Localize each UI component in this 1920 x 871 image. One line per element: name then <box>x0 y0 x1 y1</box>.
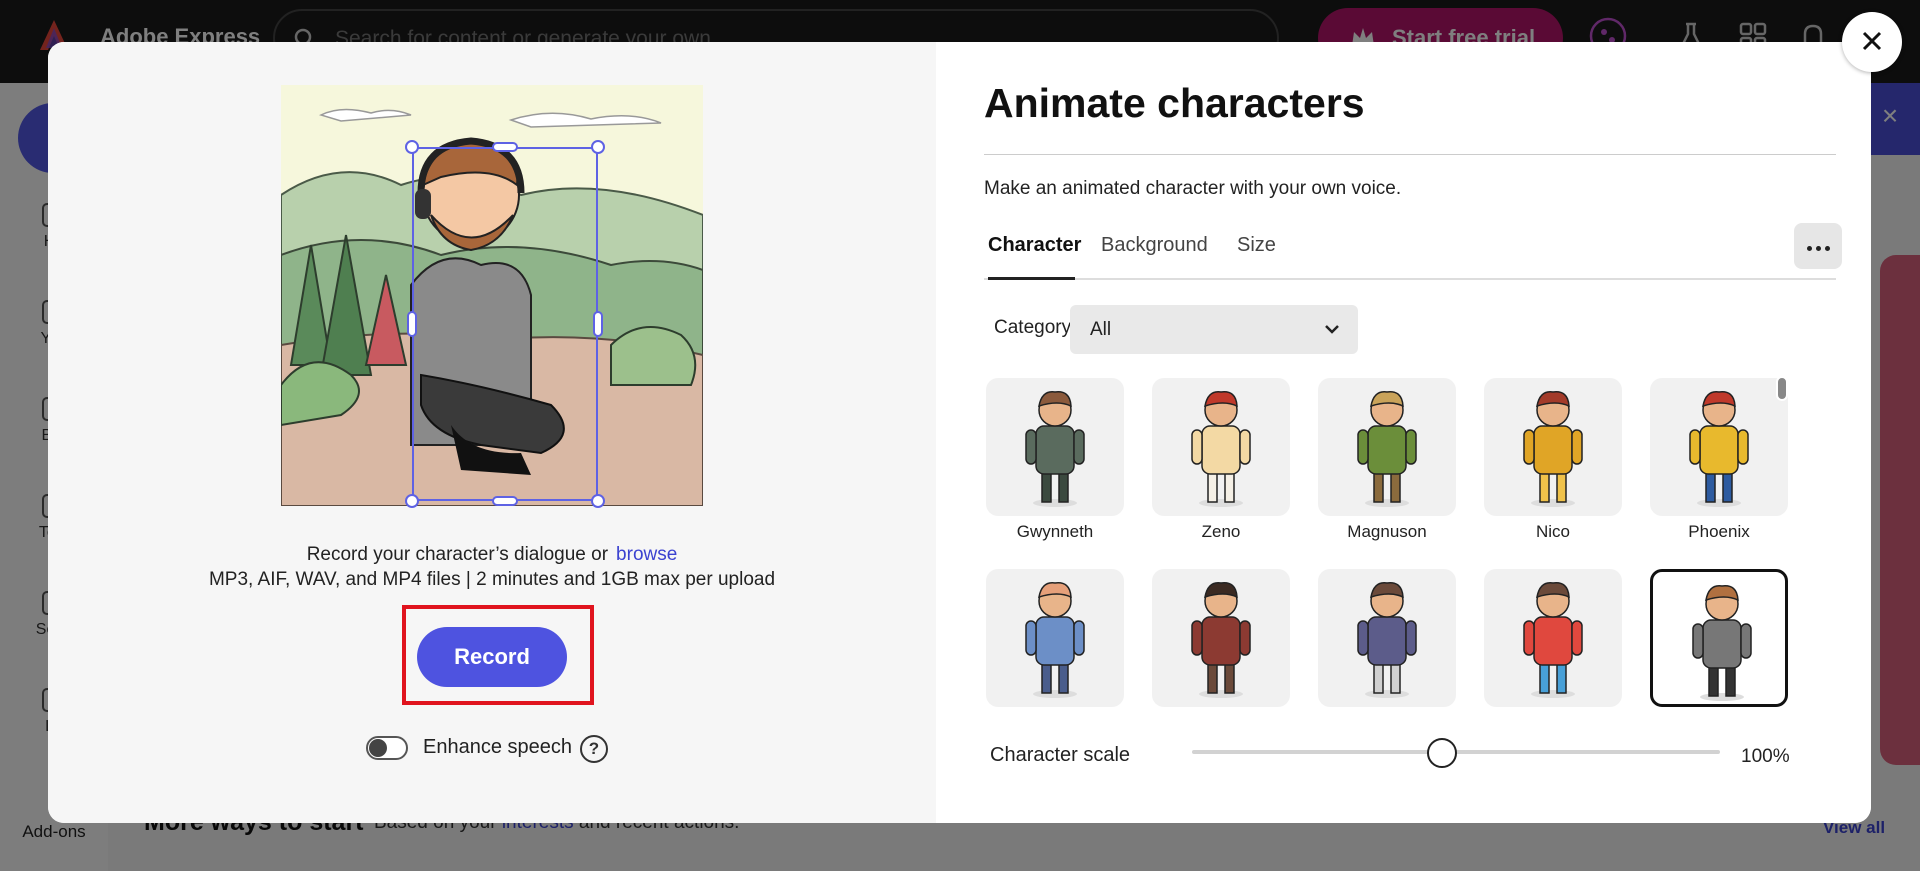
chevron-down-icon <box>1325 325 1339 334</box>
close-icon <box>1862 31 1882 50</box>
character-name: Zeno <box>1201 522 1241 541</box>
character-name: Magnuson <box>1347 522 1427 541</box>
tab-background[interactable]: Background <box>1101 234 1208 257</box>
resize-handle-left[interactable] <box>407 311 417 337</box>
character-card[interactable] <box>1650 378 1788 516</box>
character-grid: Gwynneth Zeno Magnuson Nico Phoenix <box>984 378 1804 756</box>
character-thumbnail <box>1357 582 1417 698</box>
resize-handle-top-left[interactable] <box>405 140 419 154</box>
preview-pane: Record your character’s dialogue or brows… <box>48 42 936 823</box>
category-value: All <box>1090 318 1112 340</box>
character-thumbnail <box>1191 582 1251 698</box>
character-card[interactable] <box>1152 378 1290 516</box>
settings-pane: Animate characters Make an animated char… <box>936 42 1871 823</box>
more-options-button[interactable] <box>1794 223 1842 269</box>
character-card[interactable] <box>1484 378 1622 516</box>
resize-handle-top[interactable] <box>492 142 518 152</box>
record-button[interactable]: Record <box>417 627 567 687</box>
resize-handle-bottom-left[interactable] <box>405 494 419 508</box>
divider <box>984 154 1836 155</box>
dialog-subtitle: Make an animated character with your own… <box>984 178 1402 199</box>
character-card[interactable] <box>1318 378 1456 516</box>
character-scale-thumb[interactable] <box>1427 738 1457 768</box>
character-thumbnail <box>1523 391 1583 507</box>
character-grid-scrollbar[interactable] <box>1776 376 1788 401</box>
help-icon[interactable]: ? <box>580 735 608 763</box>
category-label: Category <box>994 317 1072 338</box>
record-instructions: Record your character’s dialogue or brows… <box>306 544 678 565</box>
character-thumbnail <box>1692 585 1752 701</box>
selection-box[interactable] <box>412 147 598 501</box>
character-card[interactable] <box>1152 569 1290 707</box>
character-scale-value: 100% <box>1741 746 1790 767</box>
active-tab-indicator <box>988 277 1075 280</box>
character-name: Nico <box>1535 522 1570 541</box>
character-thumbnail <box>1191 391 1251 507</box>
tabs-divider <box>984 278 1836 280</box>
file-requirements: MP3, AIF, WAV, and MP4 files | 2 minutes… <box>208 569 776 590</box>
category-select[interactable]: All <box>1070 305 1358 354</box>
character-thumbnail <box>1025 391 1085 507</box>
toggle-knob <box>369 739 387 757</box>
character-card[interactable] <box>1318 569 1456 707</box>
enhance-speech-toggle[interactable] <box>366 736 408 760</box>
close-dialog-button[interactable] <box>1842 12 1902 72</box>
resize-handle-top-right[interactable] <box>591 140 605 154</box>
resize-handle-right[interactable] <box>593 311 603 337</box>
character-thumbnail <box>1025 582 1085 698</box>
character-card[interactable] <box>986 569 1124 707</box>
browse-link[interactable]: browse <box>616 544 677 565</box>
dialog-title: Animate characters <box>984 80 1365 126</box>
character-thumbnail <box>1523 582 1583 698</box>
resize-handle-bottom-right[interactable] <box>591 494 605 508</box>
tab-character[interactable]: Character <box>988 234 1081 257</box>
character-thumbnail <box>1689 391 1749 507</box>
character-card[interactable] <box>1484 569 1622 707</box>
resize-handle-bottom[interactable] <box>492 496 518 506</box>
tab-size[interactable]: Size <box>1237 234 1276 257</box>
character-card[interactable] <box>1650 569 1788 707</box>
character-name: Phoenix <box>1688 522 1750 541</box>
animate-characters-dialog: Record your character’s dialogue or brows… <box>48 42 1871 823</box>
character-scale-label: Character scale <box>990 744 1131 766</box>
character-card[interactable] <box>986 378 1124 516</box>
character-thumbnail <box>1357 391 1417 507</box>
enhance-speech-label: Enhance speech <box>423 736 573 758</box>
character-name: Gwynneth <box>1016 522 1094 541</box>
